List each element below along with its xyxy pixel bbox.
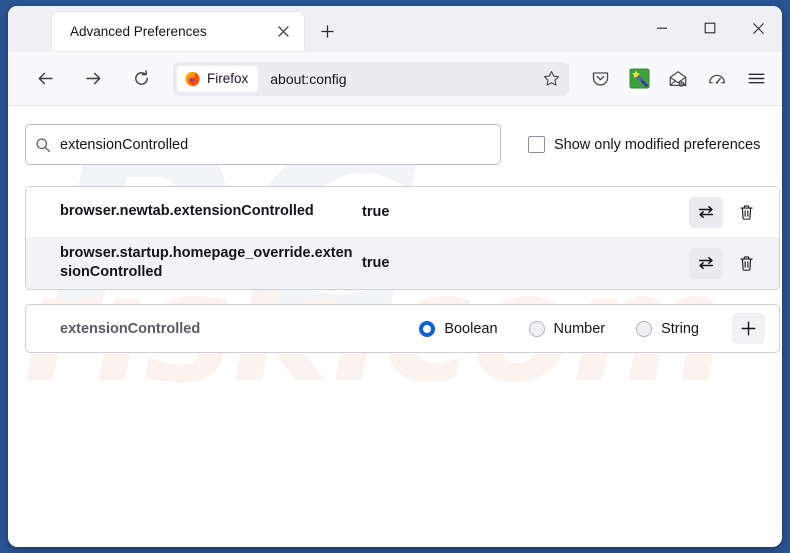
svg-text:0: 0 bbox=[680, 81, 683, 86]
show-modified-label: Show only modified preferences bbox=[554, 136, 761, 153]
add-preference-row: extensionControlled Boolean Number Strin… bbox=[25, 304, 780, 354]
address-bar[interactable]: Firefox about:config bbox=[173, 61, 569, 96]
type-option-string[interactable]: String bbox=[636, 320, 699, 337]
extension-magic-wand-icon[interactable] bbox=[623, 63, 655, 95]
pocket-icon[interactable] bbox=[584, 63, 616, 95]
pref-value: true bbox=[362, 255, 390, 272]
tab-title: Advanced Preferences bbox=[70, 24, 207, 39]
type-option-number[interactable]: Number bbox=[528, 320, 606, 337]
tab-close-icon[interactable] bbox=[270, 19, 296, 45]
table-row[interactable]: browser.startup.homepage_override.extens… bbox=[26, 237, 779, 290]
window-controls bbox=[638, 6, 782, 50]
mail-icon[interactable]: 0 bbox=[662, 63, 694, 95]
show-modified-checkbox[interactable] bbox=[528, 136, 545, 153]
show-modified-checkbox-row[interactable]: Show only modified preferences bbox=[528, 136, 760, 153]
forward-icon[interactable] bbox=[76, 63, 110, 95]
close-button[interactable] bbox=[734, 6, 782, 50]
maximize-button[interactable] bbox=[686, 6, 734, 50]
search-row: extensionControlled Show only modified p… bbox=[18, 106, 772, 165]
preference-list: browser.newtab.extensionControlled true bbox=[25, 186, 780, 291]
radio-boolean-label: Boolean bbox=[444, 320, 498, 337]
add-preference-button[interactable] bbox=[732, 313, 765, 345]
bookmark-star-icon[interactable] bbox=[536, 64, 566, 94]
minimize-button[interactable] bbox=[638, 6, 686, 50]
radio-number-label: Number bbox=[553, 320, 606, 337]
about-config-page: PC risk.com extensionControlled bbox=[8, 106, 782, 547]
pref-name: browser.newtab.extensionControlled bbox=[60, 203, 314, 220]
type-option-boolean[interactable]: Boolean bbox=[419, 320, 498, 337]
url-text: about:config bbox=[270, 70, 347, 87]
pref-value: true bbox=[362, 204, 390, 220]
navigation-toolbar: Firefox about:config 0 bbox=[8, 52, 782, 106]
back-icon[interactable] bbox=[28, 63, 62, 95]
radio-boolean[interactable] bbox=[419, 320, 436, 337]
new-pref-name: extensionControlled bbox=[60, 320, 201, 337]
identity-chip-label: Firefox bbox=[207, 71, 249, 86]
trash-icon[interactable] bbox=[731, 197, 761, 228]
search-input[interactable]: extensionControlled bbox=[25, 124, 501, 165]
search-icon bbox=[26, 137, 60, 153]
speedometer-icon[interactable] bbox=[701, 63, 733, 95]
radio-number[interactable] bbox=[528, 320, 545, 337]
radio-string-label: String bbox=[661, 320, 699, 337]
trash-icon[interactable] bbox=[731, 248, 761, 279]
hamburger-menu-icon[interactable] bbox=[740, 63, 772, 95]
browser-tab[interactable]: Advanced Preferences bbox=[52, 12, 304, 51]
toggle-icon[interactable] bbox=[689, 196, 723, 228]
identity-chip[interactable]: Firefox bbox=[177, 65, 259, 92]
new-tab-button[interactable] bbox=[313, 18, 341, 44]
reload-icon[interactable] bbox=[124, 63, 158, 95]
row-actions bbox=[689, 247, 779, 279]
tab-strip: Advanced Preferences bbox=[8, 6, 782, 52]
row-actions bbox=[689, 196, 779, 228]
firefox-logo-icon bbox=[184, 70, 201, 87]
radio-string[interactable] bbox=[636, 320, 653, 337]
toggle-icon[interactable] bbox=[689, 247, 723, 279]
table-row[interactable]: browser.newtab.extensionControlled true bbox=[26, 187, 779, 237]
browser-window: Advanced Preferences Firefox about:confi… bbox=[8, 6, 782, 547]
desktop-background: Advanced Preferences Firefox about:confi… bbox=[0, 0, 790, 553]
pref-name: browser.startup.homepage_override.extens… bbox=[60, 245, 353, 281]
search-input-value: extensionControlled bbox=[60, 136, 189, 153]
